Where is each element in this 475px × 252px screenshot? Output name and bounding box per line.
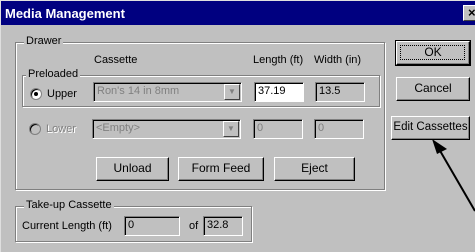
lower-cassette-combo[interactable]: <Empty> ▼ [92,119,241,139]
current-length-label: Current Length (ft) [22,220,112,232]
arrow-head [432,139,447,154]
chevron-down-icon[interactable]: ▼ [224,84,240,100]
current-length-value: 0 [128,219,135,231]
cancel-button[interactable]: Cancel [396,77,470,101]
close-icon[interactable]: × [463,5,475,21]
lower-radio[interactable] [29,123,41,135]
eject-button[interactable]: Eject [274,157,355,181]
lower-width-field: 0 [314,119,364,139]
current-length-field: 0 [124,216,180,236]
total-length-field: 32.8 [203,216,243,236]
lower-cassette-value: <Empty> [96,122,141,134]
title-bar: Media Management × [1,1,475,25]
upper-cassette-value: Ron's 14 in 8mm [97,85,180,97]
lower-length-field: 0 [253,119,303,139]
upper-cassette-combo[interactable]: Ron's 14 in 8mm ▼ [93,82,242,102]
of-label: of [189,220,199,232]
lower-length-value: 0 [257,122,264,134]
drawer-group: Drawer Cassette Length (ft) Width (in) P… [15,35,385,190]
radio-selected-dot [34,92,38,96]
cassette-column-header: Cassette [94,54,138,66]
drawer-legend: Drawer [24,35,64,47]
lower-width-value: 0 [318,122,325,134]
upper-width-field: 13.5 [315,82,365,102]
ok-button[interactable]: OK [395,40,471,66]
arrow-shaft [438,148,475,212]
upper-length-value: 37.19 [258,85,286,97]
preloaded-legend: Preloaded [26,68,81,80]
length-column-header: Length (ft) [253,54,304,66]
form-feed-button[interactable]: Form Feed [178,157,264,181]
total-length-value: 32.8 [207,219,229,231]
media-management-dialog: Media Management × Drawer Cassette Lengt… [0,0,475,252]
upper-length-field[interactable]: 37.19 [254,82,304,102]
takeup-legend: Take-up Cassette [24,199,114,211]
lower-label[interactable]: Lower [46,123,76,135]
window-title: Media Management [5,6,125,21]
upper-label[interactable]: Upper [47,88,77,100]
width-column-header: Width (in) [314,54,362,66]
preloaded-group: Preloaded Upper Ron's 14 in 8mm ▼ 37.19 … [22,68,380,107]
chevron-down-icon[interactable]: ▼ [223,121,239,137]
takeup-group: Take-up Cassette Current Length (ft) 0 o… [15,199,252,242]
upper-radio[interactable] [30,88,42,100]
unload-button[interactable]: Unload [96,157,169,181]
upper-width-value: 13.5 [319,85,341,97]
edit-cassettes-button[interactable]: Edit Cassettes [391,116,470,140]
focus-ring [400,45,465,60]
